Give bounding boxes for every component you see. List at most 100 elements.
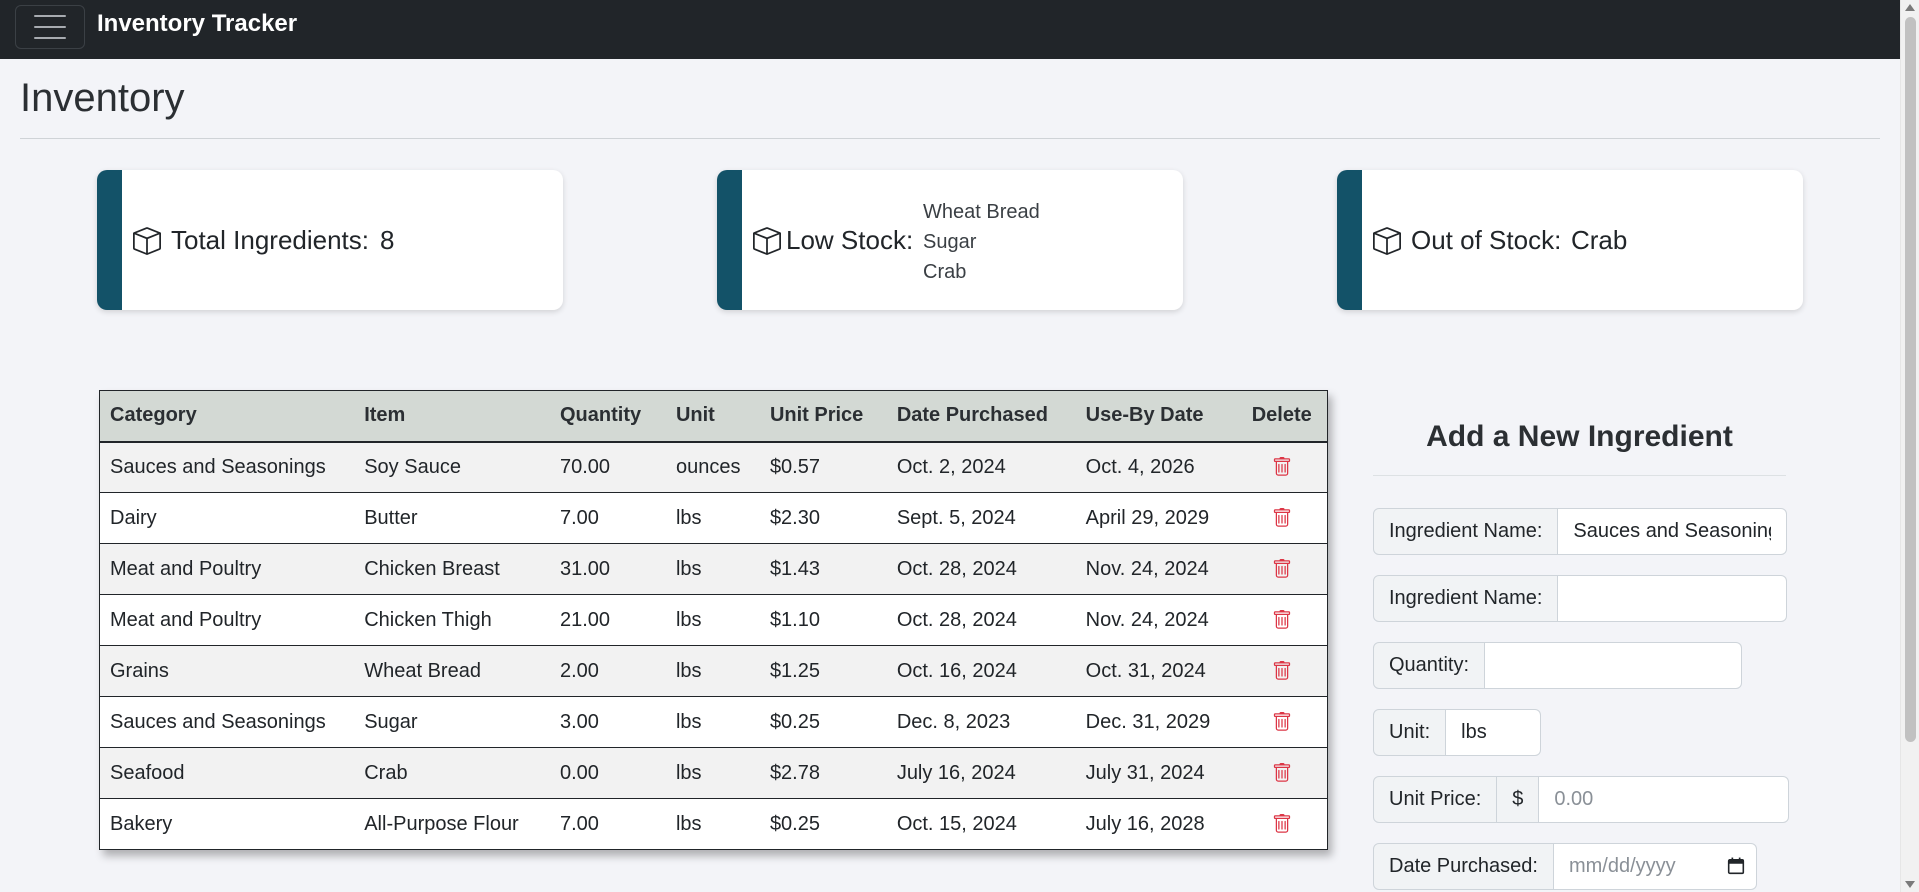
low-stock-label: Low Stock:: [786, 225, 914, 255]
low-stock-item: Wheat Bread: [923, 201, 1040, 223]
cell-category: Bakery: [99, 798, 355, 850]
date-purchased-wrapper: [1553, 843, 1757, 890]
calendar-icon[interactable]: [1727, 857, 1745, 875]
box-icon: [753, 227, 781, 255]
column-header-unit-price[interactable]: Unit Price: [759, 390, 887, 443]
cell-item: Chicken Thigh: [354, 594, 550, 646]
total-ingredients-card: Total Ingredients: 8: [97, 170, 563, 310]
out-of-stock-value: Crab: [1571, 225, 1628, 255]
hamburger-menu-button[interactable]: [15, 5, 85, 49]
cell-quantity: 21.00: [550, 594, 666, 646]
cell-use-by-date: Dec. 31, 2029: [1075, 696, 1237, 748]
unit-price-field[interactable]: [1539, 776, 1790, 823]
cell-unit: lbs: [665, 543, 760, 595]
cell-unit: lbs: [665, 594, 760, 646]
cell-delete: [1236, 747, 1328, 799]
cell-delete: [1236, 696, 1328, 748]
column-header-quantity[interactable]: Quantity: [550, 390, 666, 443]
cell-unit: lbs: [665, 492, 760, 544]
column-header-use-by-date[interactable]: Use-By Date: [1075, 390, 1237, 443]
table-row: Sauces and Seasonings Sugar 3.00 lbs $0.25 De…: [99, 696, 1328, 748]
card-accent-bar: [97, 170, 122, 310]
out-of-stock-label: Out of Stock:: [1411, 225, 1562, 255]
cell-item: Chicken Breast: [354, 543, 550, 595]
trash-icon[interactable]: [1272, 660, 1292, 682]
low-stock-card: Low Stock: Wheat Bread Sugar Crab: [717, 170, 1183, 310]
unit-price-input-group: Unit Price: $: [1373, 776, 1790, 823]
cell-unit-price: $0.25: [759, 696, 887, 748]
cell-item: All-Purpose Flour: [354, 798, 550, 850]
cell-delete: [1236, 798, 1328, 850]
trash-icon[interactable]: [1272, 609, 1292, 631]
table-row: Meat and Poultry Chicken Thigh 21.00 lbs $1.…: [99, 594, 1328, 646]
quantity-field[interactable]: [1485, 642, 1743, 689]
cell-quantity: 31.00: [550, 543, 666, 595]
trash-icon[interactable]: [1272, 507, 1292, 529]
quantity-input-group: Quantity:: [1373, 642, 1743, 689]
app-title[interactable]: Inventory Tracker: [97, 10, 297, 38]
ingredient-name-field[interactable]: [1558, 575, 1788, 622]
unit-field[interactable]: [1446, 709, 1542, 756]
trash-icon[interactable]: [1272, 813, 1292, 835]
cell-item: Crab: [354, 747, 550, 799]
table-body: Sauces and Seasonings Soy Sauce 70.00 ounce…: [99, 441, 1328, 850]
card-accent-bar: [1337, 170, 1362, 310]
trash-icon[interactable]: [1272, 711, 1292, 733]
box-icon: [1373, 227, 1401, 255]
cell-category: Meat and Poultry: [99, 594, 355, 646]
cell-item: Butter: [354, 492, 550, 544]
cell-quantity: 7.00: [550, 798, 666, 850]
cell-date-purchased: Oct. 16, 2024: [886, 645, 1076, 697]
cell-unit-price: $1.10: [759, 594, 887, 646]
page-scrollbar[interactable]: [1900, 0, 1919, 892]
cell-item: Soy Sauce: [354, 441, 550, 493]
category-input-group: Ingredient Name:: [1373, 508, 1788, 555]
page-title: Inventory: [20, 76, 185, 120]
trash-icon[interactable]: [1272, 762, 1292, 784]
cell-unit: lbs: [665, 645, 760, 697]
ingredient-name-label: Ingredient Name:: [1373, 575, 1559, 622]
date-purchased-label: Date Purchased:: [1373, 843, 1554, 890]
cell-quantity: 7.00: [550, 492, 666, 544]
cell-date-purchased: Oct. 2, 2024: [886, 441, 1076, 493]
cell-unit-price: $0.57: [759, 441, 887, 493]
cell-category: Grains: [99, 645, 355, 697]
quantity-label: Quantity:: [1373, 642, 1486, 689]
cell-category: Dairy: [99, 492, 355, 544]
form-title: Add a New Ingredient: [1426, 420, 1733, 453]
table-row: Dairy Butter 7.00 lbs $2.30 Sept. 5, 2024 Apri…: [99, 492, 1328, 544]
card-accent-bar: [717, 170, 742, 310]
table-row: Bakery All-Purpose Flour 7.00 lbs $0.25 Oct. …: [99, 798, 1328, 850]
cell-category: Meat and Poultry: [99, 543, 355, 595]
table-row: Grains Wheat Bread 2.00 lbs $1.25 Oct. 16, 20…: [99, 645, 1328, 697]
cell-delete: [1236, 492, 1328, 544]
scroll-up-arrow-icon[interactable]: [1905, 4, 1915, 11]
column-header-date-purchased[interactable]: Date Purchased: [886, 390, 1076, 443]
hamburger-icon-bar: [34, 26, 66, 28]
trash-icon[interactable]: [1272, 558, 1292, 580]
cell-unit-price: $0.25: [759, 798, 887, 850]
column-header-unit[interactable]: Unit: [665, 390, 760, 443]
scroll-thumb[interactable]: [1905, 17, 1916, 742]
cell-item: Wheat Bread: [354, 645, 550, 697]
column-header-category[interactable]: Category: [99, 390, 355, 443]
cell-quantity: 0.00: [550, 747, 666, 799]
currency-prefix: $: [1497, 776, 1540, 823]
trash-icon[interactable]: [1272, 456, 1292, 478]
column-header-item[interactable]: Item: [354, 390, 550, 443]
table-row: Meat and Poultry Chicken Breast 31.00 lbs $1…: [99, 543, 1328, 595]
cell-category: Sauces and Seasonings: [99, 441, 355, 493]
category-field[interactable]: [1558, 508, 1788, 555]
cell-unit: lbs: [665, 747, 760, 799]
cell-date-purchased: Oct. 28, 2024: [886, 594, 1076, 646]
cell-use-by-date: July 16, 2028: [1075, 798, 1237, 850]
cell-unit-price: $1.25: [759, 645, 887, 697]
low-stock-item: Crab: [923, 261, 967, 283]
cell-quantity: 3.00: [550, 696, 666, 748]
out-of-stock-card: Out of Stock: Crab: [1337, 170, 1803, 310]
unit-label: Unit:: [1373, 709, 1447, 756]
scroll-down-arrow-icon[interactable]: [1905, 881, 1915, 888]
low-stock-list: Wheat Bread Sugar Crab: [923, 197, 1040, 287]
category-label: Ingredient Name:: [1373, 508, 1559, 555]
box-icon: [133, 227, 161, 255]
